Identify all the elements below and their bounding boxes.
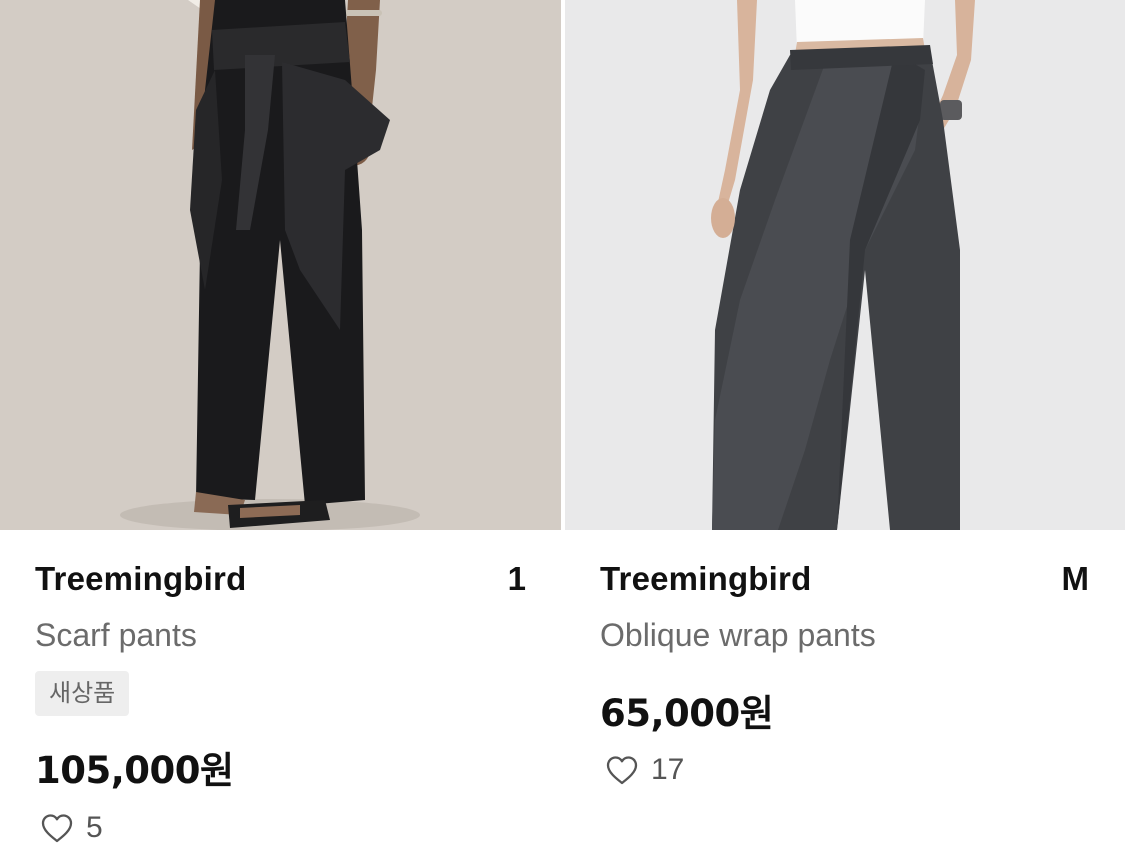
like-count: 17 <box>651 753 685 786</box>
brand-name: Treemingbird <box>35 560 247 597</box>
like-button[interactable]: 17 <box>605 753 684 787</box>
product-card-oblique-wrap-pants[interactable]: Treemingbird M Oblique wrap pants 65,000… <box>565 0 1125 852</box>
price: 65,000원 <box>600 692 774 735</box>
heart-outline-icon <box>41 814 73 843</box>
brand-name: Treemingbird <box>600 560 812 597</box>
like-button[interactable]: 5 <box>40 811 103 845</box>
product-grid: Treemingbird 1 Scarf pants 새상품 105,000원 … <box>0 0 1125 852</box>
product-card-scarf-pants[interactable]: Treemingbird 1 Scarf pants 새상품 105,000원 … <box>0 0 561 852</box>
size-label: M <box>1061 560 1090 597</box>
size-label: 1 <box>507 560 526 597</box>
heart-outline-icon <box>606 756 638 785</box>
product-image[interactable] <box>565 0 1125 530</box>
product-name[interactable]: Scarf pants <box>35 617 197 654</box>
product-photo-scarf-pants <box>0 0 561 530</box>
product-name[interactable]: Oblique wrap pants <box>600 617 876 654</box>
price: 105,000원 <box>35 749 234 792</box>
product-photo-oblique-wrap-pants <box>565 0 1125 530</box>
like-count: 5 <box>86 811 103 844</box>
product-image[interactable] <box>0 0 561 530</box>
new-item-badge: 새상품 <box>35 671 130 716</box>
